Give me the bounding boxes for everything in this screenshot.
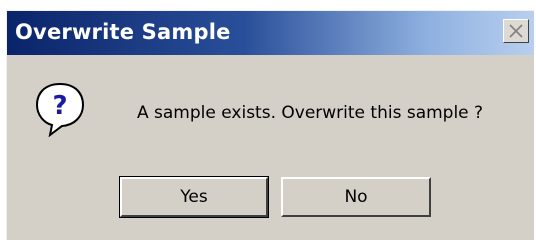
question-icon: ? — [35, 82, 85, 137]
overwrite-sample-dialog: Overwrite Sample ? A sample exists. Over… — [6, 10, 534, 240]
yes-button[interactable]: Yes — [119, 176, 269, 218]
close-icon — [509, 24, 523, 38]
no-button[interactable]: No — [281, 177, 431, 217]
dialog-title: Overwrite Sample — [15, 20, 231, 44]
svg-text:?: ? — [52, 91, 67, 121]
dialog-message: A sample exists. Overwrite this sample ? — [137, 103, 484, 123]
close-button[interactable] — [503, 19, 529, 43]
title-bar[interactable]: Overwrite Sample — [7, 11, 534, 55]
